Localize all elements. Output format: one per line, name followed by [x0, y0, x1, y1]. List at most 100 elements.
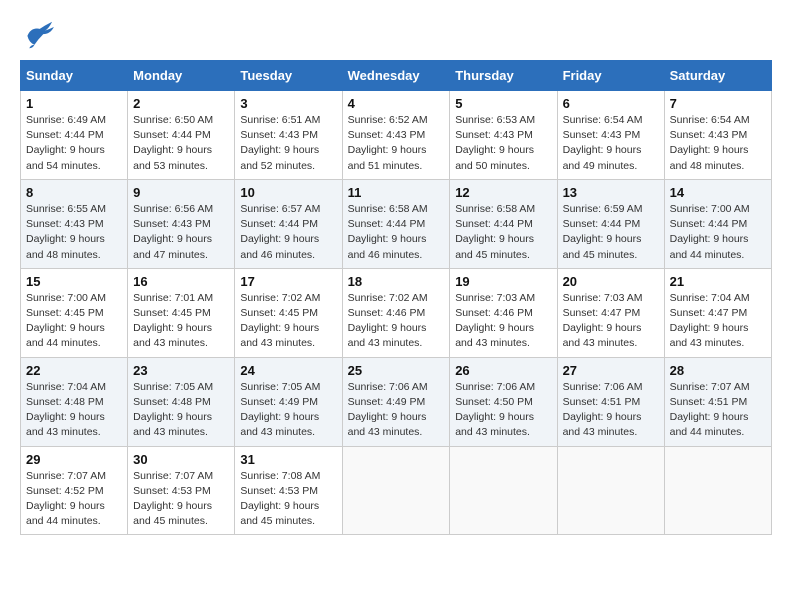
day-info: Sunrise: 7:02 AM Sunset: 4:46 PM Dayligh… — [348, 291, 445, 352]
day-info: Sunrise: 6:51 AM Sunset: 4:43 PM Dayligh… — [240, 113, 336, 174]
calendar-cell: 25 Sunrise: 7:06 AM Sunset: 4:49 PM Dayl… — [342, 357, 450, 446]
day-number: 29 — [26, 452, 122, 467]
day-number: 26 — [455, 363, 551, 378]
day-info: Sunrise: 6:52 AM Sunset: 4:43 PM Dayligh… — [348, 113, 445, 174]
day-number: 8 — [26, 185, 122, 200]
day-info: Sunrise: 6:57 AM Sunset: 4:44 PM Dayligh… — [240, 202, 336, 263]
logo — [20, 20, 62, 50]
calendar-cell: 12 Sunrise: 6:58 AM Sunset: 4:44 PM Dayl… — [450, 179, 557, 268]
day-number: 25 — [348, 363, 445, 378]
day-info: Sunrise: 7:00 AM Sunset: 4:44 PM Dayligh… — [670, 202, 766, 263]
day-number: 15 — [26, 274, 122, 289]
day-number: 1 — [26, 96, 122, 111]
day-number: 4 — [348, 96, 445, 111]
calendar-header-sunday: Sunday — [21, 61, 128, 91]
calendar-week-row: 1 Sunrise: 6:49 AM Sunset: 4:44 PM Dayli… — [21, 91, 772, 180]
day-info: Sunrise: 6:56 AM Sunset: 4:43 PM Dayligh… — [133, 202, 229, 263]
day-info: Sunrise: 7:00 AM Sunset: 4:45 PM Dayligh… — [26, 291, 122, 352]
calendar-cell: 4 Sunrise: 6:52 AM Sunset: 4:43 PM Dayli… — [342, 91, 450, 180]
calendar-cell: 9 Sunrise: 6:56 AM Sunset: 4:43 PM Dayli… — [128, 179, 235, 268]
day-info: Sunrise: 7:01 AM Sunset: 4:45 PM Dayligh… — [133, 291, 229, 352]
calendar-cell: 23 Sunrise: 7:05 AM Sunset: 4:48 PM Dayl… — [128, 357, 235, 446]
calendar-cell: 20 Sunrise: 7:03 AM Sunset: 4:47 PM Dayl… — [557, 268, 664, 357]
day-info: Sunrise: 7:05 AM Sunset: 4:48 PM Dayligh… — [133, 380, 229, 441]
day-number: 22 — [26, 363, 122, 378]
calendar-cell: 19 Sunrise: 7:03 AM Sunset: 4:46 PM Dayl… — [450, 268, 557, 357]
day-info: Sunrise: 6:58 AM Sunset: 4:44 PM Dayligh… — [455, 202, 551, 263]
calendar-cell: 14 Sunrise: 7:00 AM Sunset: 4:44 PM Dayl… — [664, 179, 771, 268]
calendar-cell: 8 Sunrise: 6:55 AM Sunset: 4:43 PM Dayli… — [21, 179, 128, 268]
day-info: Sunrise: 6:58 AM Sunset: 4:44 PM Dayligh… — [348, 202, 445, 263]
calendar-cell: 2 Sunrise: 6:50 AM Sunset: 4:44 PM Dayli… — [128, 91, 235, 180]
day-info: Sunrise: 7:04 AM Sunset: 4:47 PM Dayligh… — [670, 291, 766, 352]
calendar-cell: 22 Sunrise: 7:04 AM Sunset: 4:48 PM Dayl… — [21, 357, 128, 446]
day-info: Sunrise: 6:54 AM Sunset: 4:43 PM Dayligh… — [670, 113, 766, 174]
day-number: 21 — [670, 274, 766, 289]
calendar-cell: 6 Sunrise: 6:54 AM Sunset: 4:43 PM Dayli… — [557, 91, 664, 180]
day-number: 31 — [240, 452, 336, 467]
calendar-header-monday: Monday — [128, 61, 235, 91]
calendar-cell: 17 Sunrise: 7:02 AM Sunset: 4:45 PM Dayl… — [235, 268, 342, 357]
day-info: Sunrise: 7:08 AM Sunset: 4:53 PM Dayligh… — [240, 469, 336, 530]
day-number: 19 — [455, 274, 551, 289]
day-number: 24 — [240, 363, 336, 378]
day-number: 23 — [133, 363, 229, 378]
calendar-table: SundayMondayTuesdayWednesdayThursdayFrid… — [20, 60, 772, 535]
day-info: Sunrise: 7:07 AM Sunset: 4:52 PM Dayligh… — [26, 469, 122, 530]
calendar-cell: 26 Sunrise: 7:06 AM Sunset: 4:50 PM Dayl… — [450, 357, 557, 446]
calendar-cell: 5 Sunrise: 6:53 AM Sunset: 4:43 PM Dayli… — [450, 91, 557, 180]
calendar-cell — [450, 446, 557, 535]
calendar-cell: 31 Sunrise: 7:08 AM Sunset: 4:53 PM Dayl… — [235, 446, 342, 535]
day-number: 2 — [133, 96, 229, 111]
day-info: Sunrise: 6:50 AM Sunset: 4:44 PM Dayligh… — [133, 113, 229, 174]
calendar-header-wednesday: Wednesday — [342, 61, 450, 91]
calendar-cell: 24 Sunrise: 7:05 AM Sunset: 4:49 PM Dayl… — [235, 357, 342, 446]
calendar-cell: 21 Sunrise: 7:04 AM Sunset: 4:47 PM Dayl… — [664, 268, 771, 357]
calendar-cell: 1 Sunrise: 6:49 AM Sunset: 4:44 PM Dayli… — [21, 91, 128, 180]
day-info: Sunrise: 7:07 AM Sunset: 4:51 PM Dayligh… — [670, 380, 766, 441]
logo-bird-icon — [20, 20, 56, 50]
day-number: 3 — [240, 96, 336, 111]
day-number: 20 — [563, 274, 659, 289]
calendar-cell: 29 Sunrise: 7:07 AM Sunset: 4:52 PM Dayl… — [21, 446, 128, 535]
day-number: 13 — [563, 185, 659, 200]
day-info: Sunrise: 6:59 AM Sunset: 4:44 PM Dayligh… — [563, 202, 659, 263]
calendar-header-row: SundayMondayTuesdayWednesdayThursdayFrid… — [21, 61, 772, 91]
day-number: 14 — [670, 185, 766, 200]
day-number: 10 — [240, 185, 336, 200]
day-info: Sunrise: 7:03 AM Sunset: 4:47 PM Dayligh… — [563, 291, 659, 352]
day-number: 17 — [240, 274, 336, 289]
day-number: 11 — [348, 185, 445, 200]
day-number: 18 — [348, 274, 445, 289]
calendar-header-thursday: Thursday — [450, 61, 557, 91]
day-info: Sunrise: 7:03 AM Sunset: 4:46 PM Dayligh… — [455, 291, 551, 352]
calendar-cell — [557, 446, 664, 535]
calendar-cell: 7 Sunrise: 6:54 AM Sunset: 4:43 PM Dayli… — [664, 91, 771, 180]
day-number: 30 — [133, 452, 229, 467]
calendar-week-row: 15 Sunrise: 7:00 AM Sunset: 4:45 PM Dayl… — [21, 268, 772, 357]
calendar-cell: 10 Sunrise: 6:57 AM Sunset: 4:44 PM Dayl… — [235, 179, 342, 268]
calendar-week-row: 29 Sunrise: 7:07 AM Sunset: 4:52 PM Dayl… — [21, 446, 772, 535]
day-info: Sunrise: 7:02 AM Sunset: 4:45 PM Dayligh… — [240, 291, 336, 352]
calendar-cell: 15 Sunrise: 7:00 AM Sunset: 4:45 PM Dayl… — [21, 268, 128, 357]
day-info: Sunrise: 7:07 AM Sunset: 4:53 PM Dayligh… — [133, 469, 229, 530]
day-number: 12 — [455, 185, 551, 200]
day-info: Sunrise: 6:53 AM Sunset: 4:43 PM Dayligh… — [455, 113, 551, 174]
calendar-cell: 30 Sunrise: 7:07 AM Sunset: 4:53 PM Dayl… — [128, 446, 235, 535]
day-info: Sunrise: 6:55 AM Sunset: 4:43 PM Dayligh… — [26, 202, 122, 263]
calendar-week-row: 8 Sunrise: 6:55 AM Sunset: 4:43 PM Dayli… — [21, 179, 772, 268]
day-info: Sunrise: 7:05 AM Sunset: 4:49 PM Dayligh… — [240, 380, 336, 441]
day-number: 27 — [563, 363, 659, 378]
day-info: Sunrise: 7:06 AM Sunset: 4:50 PM Dayligh… — [455, 380, 551, 441]
day-number: 6 — [563, 96, 659, 111]
day-info: Sunrise: 6:54 AM Sunset: 4:43 PM Dayligh… — [563, 113, 659, 174]
calendar-cell: 28 Sunrise: 7:07 AM Sunset: 4:51 PM Dayl… — [664, 357, 771, 446]
calendar-header-saturday: Saturday — [664, 61, 771, 91]
day-number: 7 — [670, 96, 766, 111]
calendar-cell: 18 Sunrise: 7:02 AM Sunset: 4:46 PM Dayl… — [342, 268, 450, 357]
calendar-cell — [664, 446, 771, 535]
calendar-header-tuesday: Tuesday — [235, 61, 342, 91]
day-number: 28 — [670, 363, 766, 378]
day-number: 9 — [133, 185, 229, 200]
day-info: Sunrise: 7:06 AM Sunset: 4:51 PM Dayligh… — [563, 380, 659, 441]
